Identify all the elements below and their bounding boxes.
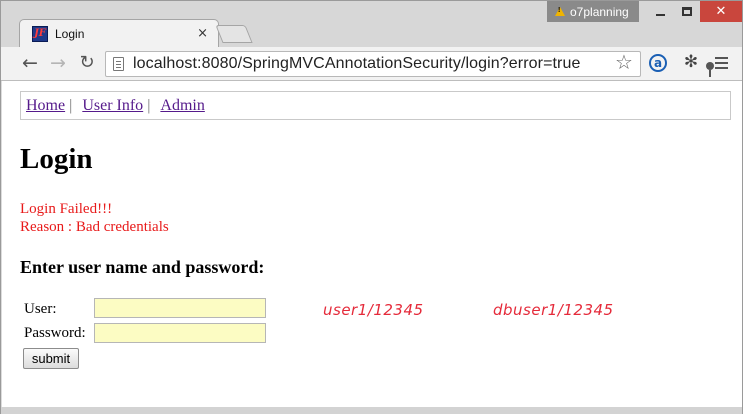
close-icon: ✕ [715,4,727,19]
maximize-icon [682,7,692,16]
credentials-note-1: user1/12345 [323,301,424,319]
page-content: Home | User Info | Admin Login Login Fai… [2,81,742,407]
extension-bug-icon[interactable]: ✻ [681,52,701,72]
password-input[interactable] [94,323,266,343]
browser-window: o7planning ✕ JF Login × ← → ↻ localhost:… [0,0,743,414]
form-heading: Enter user name and password: [20,257,265,277]
tab-title: Login [55,26,85,41]
menu-separator: | [147,96,151,114]
submit-button[interactable]: submit [23,348,79,369]
user-label: User: [24,301,57,317]
profile-badge[interactable]: o7planning [547,1,639,22]
key-icon[interactable] [706,62,714,77]
error-title: Login Failed!!! [20,201,113,217]
menu-separator: | [69,96,73,114]
error-reason: Reason : Bad credentials [20,219,169,235]
page-icon [113,57,124,71]
error-message: Login Failed!!! Reason : Bad credentials [20,200,169,236]
back-icon[interactable]: ← [19,53,41,75]
maximize-button[interactable] [674,1,700,22]
close-window-button[interactable]: ✕ [700,1,742,22]
profile-name: o7planning [570,4,629,19]
tab-close-icon[interactable]: × [197,26,208,41]
window-bottom-edge [1,407,742,414]
nav-link-admin[interactable]: Admin [160,97,204,115]
favicon-icon: JF [32,25,48,42]
title-bar: o7planning ✕ JF Login × [1,1,742,47]
bookmark-star-icon[interactable]: ☆ [615,51,637,73]
user-input[interactable] [94,298,266,318]
nav-link-user-info[interactable]: User Info [82,97,143,115]
reload-icon[interactable]: ↻ [76,53,98,75]
minimize-icon [655,13,665,16]
extension-a-icon[interactable]: a [649,54,667,72]
nav-link-home[interactable]: Home [26,97,65,115]
minimize-button[interactable] [646,1,674,22]
forward-icon[interactable]: → [47,53,69,75]
page-title: Login [20,143,93,175]
nav-menu: Home | User Info | Admin [20,91,731,120]
warning-icon [555,7,565,16]
address-bar[interactable]: localhost:8080/SpringMVCAnnotationSecuri… [105,51,714,77]
new-tab-button[interactable] [215,25,253,43]
password-label: Password: [24,325,86,341]
browser-menu-icon[interactable] [715,57,728,69]
url-text[interactable]: localhost:8080/SpringMVCAnnotationSecuri… [133,55,581,73]
tab-login[interactable]: JF Login × [19,19,219,47]
credentials-note-2: dbuser1/12345 [493,301,614,319]
